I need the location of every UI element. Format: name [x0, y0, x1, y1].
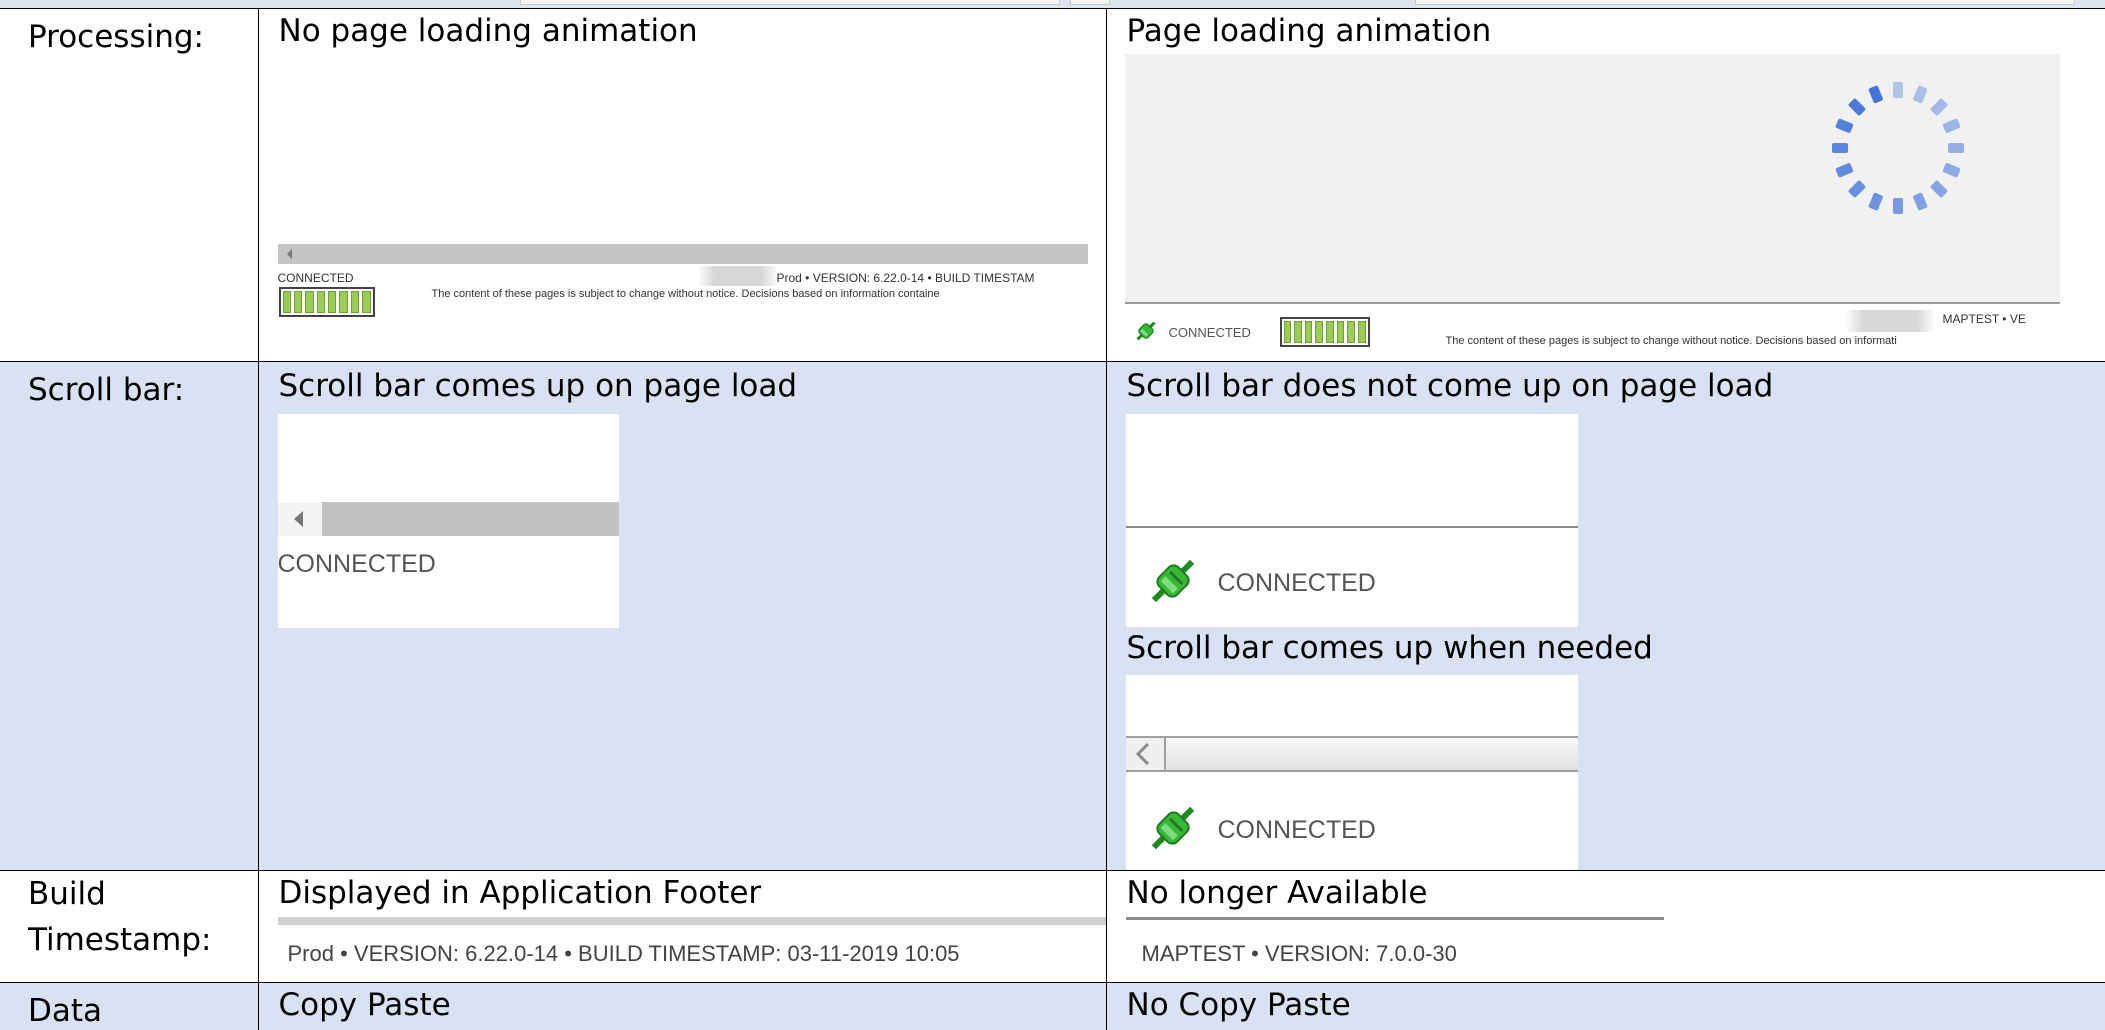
- processing-old-cell: No page loading animation CONNECTED Prod…: [257, 8, 1107, 362]
- footer-build-timestamp: Prod • VERSION: 6.22.0-14 • BUILD TIMEST…: [287, 941, 960, 966]
- row-label-build-timestamp: Build Timestamp:: [0, 870, 259, 983]
- data-new-cell: No Copy Paste: [1105, 982, 2105, 1030]
- footer-version: MAPTEST • VERSION: 7.0.0-30: [1141, 941, 1457, 966]
- horizontal-scrollbar[interactable]: [277, 244, 1088, 264]
- loading-spinner-icon: [1831, 82, 1964, 214]
- old-footer-screenshot: CONNECTED Prod • VERSION: 6.22.0-14 • BU…: [277, 244, 1088, 334]
- redacted-area: [697, 266, 778, 286]
- new-app-screenshot: CONNECTED MAPTEST • VE The content of th…: [1124, 54, 2060, 352]
- footer-notice: The content of these pages is subject to…: [431, 288, 940, 300]
- comparison-table: Processing: No page loading animation CO…: [0, 8, 2105, 1030]
- spinner-segment: [1942, 163, 1960, 178]
- row-processing: Processing: No page loading animation CO…: [0, 8, 2105, 362]
- spinner-segment: [1835, 118, 1853, 133]
- spinner-segment: [1835, 163, 1853, 178]
- row-data: Data Copy Paste No Copy Paste: [0, 982, 2105, 1030]
- build-new-cell: No longer Available MAPTEST • VERSION: 7…: [1105, 870, 2105, 983]
- spinner-segment: [1912, 192, 1927, 211]
- spinner-segment: [1868, 85, 1883, 104]
- plug-connected-icon: [1144, 552, 1202, 610]
- spinner-segment: [1868, 192, 1883, 211]
- old-build-footer-screenshot: Prod • VERSION: 6.22.0-14 • BUILD TIMEST…: [277, 917, 1105, 981]
- footer-notice: The content of these pages is subject to…: [1445, 335, 1897, 347]
- redacted-area: [1844, 310, 1935, 332]
- status-connected: CONNECTED: [1217, 569, 1376, 597]
- spinner-segment: [1912, 85, 1927, 104]
- data-old-cell: Copy Paste: [257, 982, 1107, 1030]
- new-scrollbar-when-needed-screenshot: CONNECTED: [1125, 675, 1578, 870]
- spinner-segment: [1942, 118, 1960, 133]
- build-old-cell: Displayed in Application Footer Prod • V…: [257, 870, 1107, 983]
- caption-page-loading-animation: Page loading animation: [1126, 13, 1492, 49]
- caption-scrollbar-on-load: Scroll bar comes up on page load: [278, 368, 798, 404]
- caption-copy-paste: Copy Paste: [278, 987, 451, 1023]
- new-no-scrollbar-screenshot: CONNECTED: [1125, 414, 1578, 627]
- caption-displayed-in-footer: Displayed in Application Footer: [278, 875, 762, 911]
- spinner-segment: [1848, 180, 1865, 198]
- caption-no-longer-available: No longer Available: [1126, 875, 1428, 911]
- horizontal-scrollbar[interactable]: [1125, 736, 1578, 772]
- status-connected: CONNECTED: [277, 271, 354, 285]
- scrollbar-old-cell: Scroll bar comes up on page load CONNECT…: [257, 361, 1107, 871]
- footer-version-text: Prod • VERSION: 6.22.0-14 • BUILD TIMEST…: [776, 271, 1035, 285]
- scroll-left-arrow-icon[interactable]: [293, 511, 303, 527]
- caption-no-loading-animation: No page loading animation: [278, 13, 698, 49]
- chevron-left-icon[interactable]: [1125, 738, 1166, 770]
- status-connected: CONNECTED: [277, 550, 436, 578]
- status-connected: CONNECTED: [1217, 816, 1376, 844]
- spinner-segment: [1848, 98, 1865, 116]
- plug-connected-icon: [1144, 799, 1202, 857]
- status-connected: CONNECTED: [1168, 325, 1251, 340]
- spinner-segment: [1892, 198, 1903, 214]
- new-build-footer-screenshot: MAPTEST • VERSION: 7.0.0-30: [1125, 917, 1664, 981]
- horizontal-scrollbar[interactable]: [277, 502, 619, 536]
- spinner-segment: [1930, 180, 1947, 198]
- spinner-segment: [1947, 143, 1964, 153]
- caption-scrollbar-when-needed: Scroll bar comes up when needed: [1126, 630, 1653, 666]
- scrollbar-new-cell: Scroll bar does not come up on page load…: [1105, 361, 2105, 871]
- new-footer-bar: CONNECTED MAPTEST • VE The content of th…: [1124, 302, 2060, 352]
- row-label-data: Data: [0, 982, 259, 1030]
- processing-new-cell: Page loading animation CONNECTED MAPTEST…: [1105, 8, 2105, 362]
- old-scrollbar-screenshot: CONNECTED: [277, 414, 619, 628]
- row-label-scroll-bar: Scroll bar:: [0, 361, 259, 871]
- caption-no-copy-paste: No Copy Paste: [1126, 987, 1351, 1023]
- row-label-processing: Processing:: [0, 8, 259, 362]
- spinner-segment: [1892, 82, 1903, 98]
- plug-connected-icon: [1131, 316, 1161, 346]
- spinner-segment: [1930, 98, 1947, 116]
- connection-meter: [1279, 317, 1370, 347]
- row-build-timestamp: Build Timestamp: Displayed in Applicatio…: [0, 870, 2105, 983]
- spinner-segment: [1831, 143, 1848, 153]
- connection-meter: [278, 287, 375, 317]
- caption-no-scrollbar-on-load: Scroll bar does not come up on page load: [1126, 368, 1774, 404]
- scroll-left-arrow-icon[interactable]: [286, 249, 292, 259]
- footer-version-text: MAPTEST • VE: [1942, 312, 2026, 326]
- row-scroll-bar: Scroll bar: Scroll bar comes up on page …: [0, 361, 2105, 871]
